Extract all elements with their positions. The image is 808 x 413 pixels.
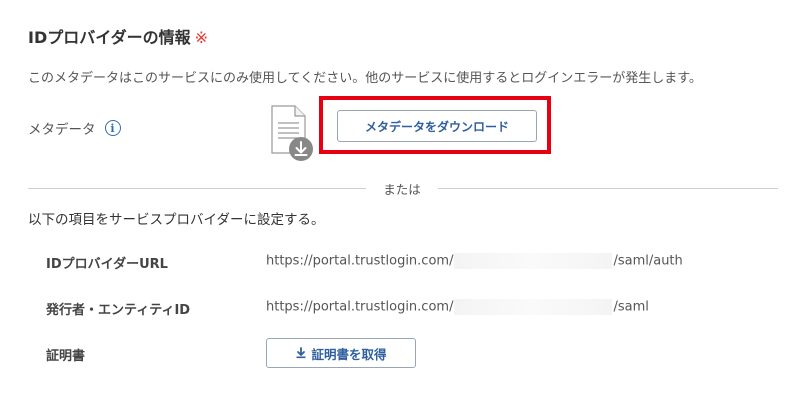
idp-url-label: IDプロバイダーURL	[46, 257, 168, 272]
divider-left	[28, 188, 366, 189]
get-certificate-label: 証明書を取得	[311, 346, 387, 362]
idp-url-prefix: https://portal.trustlogin.com/	[266, 253, 454, 269]
metadata-file-download-icon	[271, 105, 313, 161]
issuer-value: https://portal.trustlogin.com/ /saml	[266, 299, 649, 315]
section-title-text: IDプロバイダーの情報	[28, 28, 191, 47]
metadata-label: メタデータ	[28, 122, 96, 138]
divider-text: または	[383, 182, 421, 197]
issuer-label: 発行者・エンティティID	[46, 303, 191, 318]
info-icon[interactable]: i	[104, 120, 121, 136]
download-icon	[296, 347, 306, 359]
idp-url-value: https://portal.trustlogin.com/ /saml/auth	[266, 253, 683, 269]
section-title: IDプロバイダーの情報 ※	[28, 24, 208, 48]
metadata-row-label: メタデータ i	[28, 118, 121, 138]
get-certificate-button[interactable]: 証明書を取得	[266, 338, 416, 368]
issuer-suffix: /saml	[613, 299, 649, 315]
redacted-id	[454, 253, 613, 269]
redacted-id	[454, 299, 613, 315]
issuer-prefix: https://portal.trustlogin.com/	[266, 299, 454, 315]
instruction-text: 以下の項目をサービスプロバイダーに設定する。	[28, 212, 325, 228]
usage-notice: このメタデータはこのサービスにのみ使用してください。他のサービスに使用するとログ…	[28, 71, 702, 86]
download-metadata-button[interactable]: メタデータをダウンロード	[337, 110, 537, 142]
divider-right	[438, 188, 778, 189]
idp-url-suffix: /saml/auth	[613, 253, 683, 269]
required-mark: ※	[194, 28, 209, 47]
certificate-label: 証明書	[46, 349, 86, 364]
